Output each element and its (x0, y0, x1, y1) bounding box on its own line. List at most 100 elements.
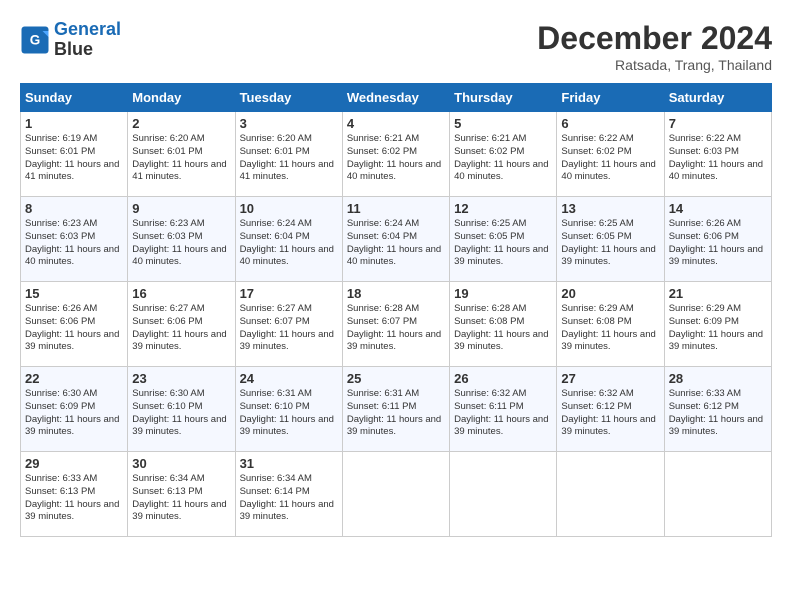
day-info: Sunrise: 6:33 AMSunset: 6:13 PMDaylight:… (25, 473, 123, 524)
svg-text:G: G (30, 32, 41, 47)
calendar-cell: 10 Sunrise: 6:24 AMSunset: 6:04 PMDayligh… (235, 197, 342, 282)
day-number: 10 (240, 201, 338, 216)
week-row-3: 15 Sunrise: 6:26 AMSunset: 6:06 PMDayligh… (21, 282, 772, 367)
day-info: Sunrise: 6:22 AMSunset: 6:02 PMDaylight:… (561, 133, 659, 184)
calendar-cell: 26 Sunrise: 6:32 AMSunset: 6:11 PMDayligh… (450, 367, 557, 452)
day-number: 8 (25, 201, 123, 216)
month-year: December 2024 (537, 20, 772, 57)
calendar-cell: 25Sunrise: 6:31 AMSunset: 6:11 PMDayligh… (342, 367, 449, 452)
calendar-cell: 21Sunrise: 6:29 AMSunset: 6:09 PMDayligh… (664, 282, 771, 367)
day-number: 9 (132, 201, 230, 216)
calendar-cell (664, 452, 771, 537)
day-info: Sunrise: 6:21 AMSunset: 6:02 PMDaylight:… (454, 133, 552, 184)
calendar-cell: 12Sunrise: 6:25 AMSunset: 6:05 PMDayligh… (450, 197, 557, 282)
week-row-2: 8 Sunrise: 6:23 AMSunset: 6:03 PMDaylight… (21, 197, 772, 282)
col-header-saturday: Saturday (664, 84, 771, 112)
day-info: Sunrise: 6:25 AMSunset: 6:05 PMDaylight:… (561, 218, 659, 269)
col-header-monday: Monday (128, 84, 235, 112)
day-info: Sunrise: 6:23 AMSunset: 6:03 PMDaylight:… (25, 218, 123, 269)
day-number: 3 (240, 116, 338, 131)
day-info: Sunrise: 6:26 AMSunset: 6:06 PMDaylight:… (25, 303, 123, 354)
day-number: 16 (132, 286, 230, 301)
col-header-thursday: Thursday (450, 84, 557, 112)
day-info: Sunrise: 6:31 AMSunset: 6:11 PMDaylight:… (347, 388, 445, 439)
day-info: Sunrise: 6:32 AMSunset: 6:11 PMDaylight:… (454, 388, 552, 439)
day-info: Sunrise: 6:34 AMSunset: 6:14 PMDaylight:… (240, 473, 338, 524)
day-info: Sunrise: 6:24 AMSunset: 6:04 PMDaylight:… (347, 218, 445, 269)
calendar-cell (342, 452, 449, 537)
day-number: 28 (669, 371, 767, 386)
calendar-cell: 28 Sunrise: 6:33 AMSunset: 6:12 PMDayligh… (664, 367, 771, 452)
calendar-cell: 1 Sunrise: 6:19 AMSunset: 6:01 PMDaylight… (21, 112, 128, 197)
day-number: 13 (561, 201, 659, 216)
day-number: 18 (347, 286, 445, 301)
day-number: 1 (25, 116, 123, 131)
day-number: 4 (347, 116, 445, 131)
calendar-cell: 31 Sunrise: 6:34 AMSunset: 6:14 PMDayligh… (235, 452, 342, 537)
page-header: G General Blue December 2024 Ratsada, Tr… (20, 20, 772, 73)
header-row: SundayMondayTuesdayWednesdayThursdayFrid… (21, 84, 772, 112)
day-number: 15 (25, 286, 123, 301)
calendar-cell: 20 Sunrise: 6:29 AMSunset: 6:08 PMDayligh… (557, 282, 664, 367)
calendar-cell (450, 452, 557, 537)
calendar-cell: 13 Sunrise: 6:25 AMSunset: 6:05 PMDayligh… (557, 197, 664, 282)
day-info: Sunrise: 6:21 AMSunset: 6:02 PMDaylight:… (347, 133, 445, 184)
day-info: Sunrise: 6:24 AMSunset: 6:04 PMDaylight:… (240, 218, 338, 269)
day-info: Sunrise: 6:22 AMSunset: 6:03 PMDaylight:… (669, 133, 767, 184)
week-row-4: 22Sunrise: 6:30 AMSunset: 6:09 PMDayligh… (21, 367, 772, 452)
day-info: Sunrise: 6:34 AMSunset: 6:13 PMDaylight:… (132, 473, 230, 524)
day-info: Sunrise: 6:25 AMSunset: 6:05 PMDaylight:… (454, 218, 552, 269)
day-info: Sunrise: 6:30 AMSunset: 6:10 PMDaylight:… (132, 388, 230, 439)
day-number: 24 (240, 371, 338, 386)
day-number: 26 (454, 371, 552, 386)
day-number: 5 (454, 116, 552, 131)
logo: G General Blue (20, 20, 121, 60)
calendar-cell: 22Sunrise: 6:30 AMSunset: 6:09 PMDayligh… (21, 367, 128, 452)
col-header-wednesday: Wednesday (342, 84, 449, 112)
calendar-cell: 6 Sunrise: 6:22 AMSunset: 6:02 PMDaylight… (557, 112, 664, 197)
calendar-cell: 4 Sunrise: 6:21 AMSunset: 6:02 PMDaylight… (342, 112, 449, 197)
day-number: 17 (240, 286, 338, 301)
day-info: Sunrise: 6:20 AMSunset: 6:01 PMDaylight:… (240, 133, 338, 184)
col-header-sunday: Sunday (21, 84, 128, 112)
logo-icon: G (20, 25, 50, 55)
day-info: Sunrise: 6:30 AMSunset: 6:09 PMDaylight:… (25, 388, 123, 439)
day-info: Sunrise: 6:19 AMSunset: 6:01 PMDaylight:… (25, 133, 123, 184)
day-number: 7 (669, 116, 767, 131)
day-info: Sunrise: 6:31 AMSunset: 6:10 PMDaylight:… (240, 388, 338, 439)
day-info: Sunrise: 6:28 AMSunset: 6:08 PMDaylight:… (454, 303, 552, 354)
day-info: Sunrise: 6:27 AMSunset: 6:07 PMDaylight:… (240, 303, 338, 354)
day-number: 27 (561, 371, 659, 386)
title-block: December 2024 Ratsada, Trang, Thailand (537, 20, 772, 73)
day-number: 11 (347, 201, 445, 216)
logo-line2: Blue (54, 40, 121, 60)
day-info: Sunrise: 6:23 AMSunset: 6:03 PMDaylight:… (132, 218, 230, 269)
calendar-cell: 30 Sunrise: 6:34 AMSunset: 6:13 PMDayligh… (128, 452, 235, 537)
day-number: 30 (132, 456, 230, 471)
day-info: Sunrise: 6:29 AMSunset: 6:08 PMDaylight:… (561, 303, 659, 354)
calendar-cell: 8 Sunrise: 6:23 AMSunset: 6:03 PMDaylight… (21, 197, 128, 282)
day-info: Sunrise: 6:29 AMSunset: 6:09 PMDaylight:… (669, 303, 767, 354)
calendar-cell: 24 Sunrise: 6:31 AMSunset: 6:10 PMDayligh… (235, 367, 342, 452)
col-header-friday: Friday (557, 84, 664, 112)
day-number: 20 (561, 286, 659, 301)
calendar-cell: 29Sunrise: 6:33 AMSunset: 6:13 PMDayligh… (21, 452, 128, 537)
calendar-cell: 18Sunrise: 6:28 AMSunset: 6:07 PMDayligh… (342, 282, 449, 367)
day-info: Sunrise: 6:26 AMSunset: 6:06 PMDaylight:… (669, 218, 767, 269)
calendar-cell (557, 452, 664, 537)
day-number: 6 (561, 116, 659, 131)
day-info: Sunrise: 6:27 AMSunset: 6:06 PMDaylight:… (132, 303, 230, 354)
day-info: Sunrise: 6:32 AMSunset: 6:12 PMDaylight:… (561, 388, 659, 439)
day-number: 14 (669, 201, 767, 216)
calendar-cell: 11 Sunrise: 6:24 AMSunset: 6:04 PMDayligh… (342, 197, 449, 282)
day-number: 23 (132, 371, 230, 386)
day-info: Sunrise: 6:33 AMSunset: 6:12 PMDaylight:… (669, 388, 767, 439)
calendar-cell: 19Sunrise: 6:28 AMSunset: 6:08 PMDayligh… (450, 282, 557, 367)
day-number: 31 (240, 456, 338, 471)
calendar-cell: 16 Sunrise: 6:27 AMSunset: 6:06 PMDayligh… (128, 282, 235, 367)
logo-line1: General (54, 19, 121, 39)
location: Ratsada, Trang, Thailand (537, 57, 772, 73)
calendar-cell: 15 Sunrise: 6:26 AMSunset: 6:06 PMDayligh… (21, 282, 128, 367)
day-info: Sunrise: 6:20 AMSunset: 6:01 PMDaylight:… (132, 133, 230, 184)
calendar-cell: 27 Sunrise: 6:32 AMSunset: 6:12 PMDayligh… (557, 367, 664, 452)
